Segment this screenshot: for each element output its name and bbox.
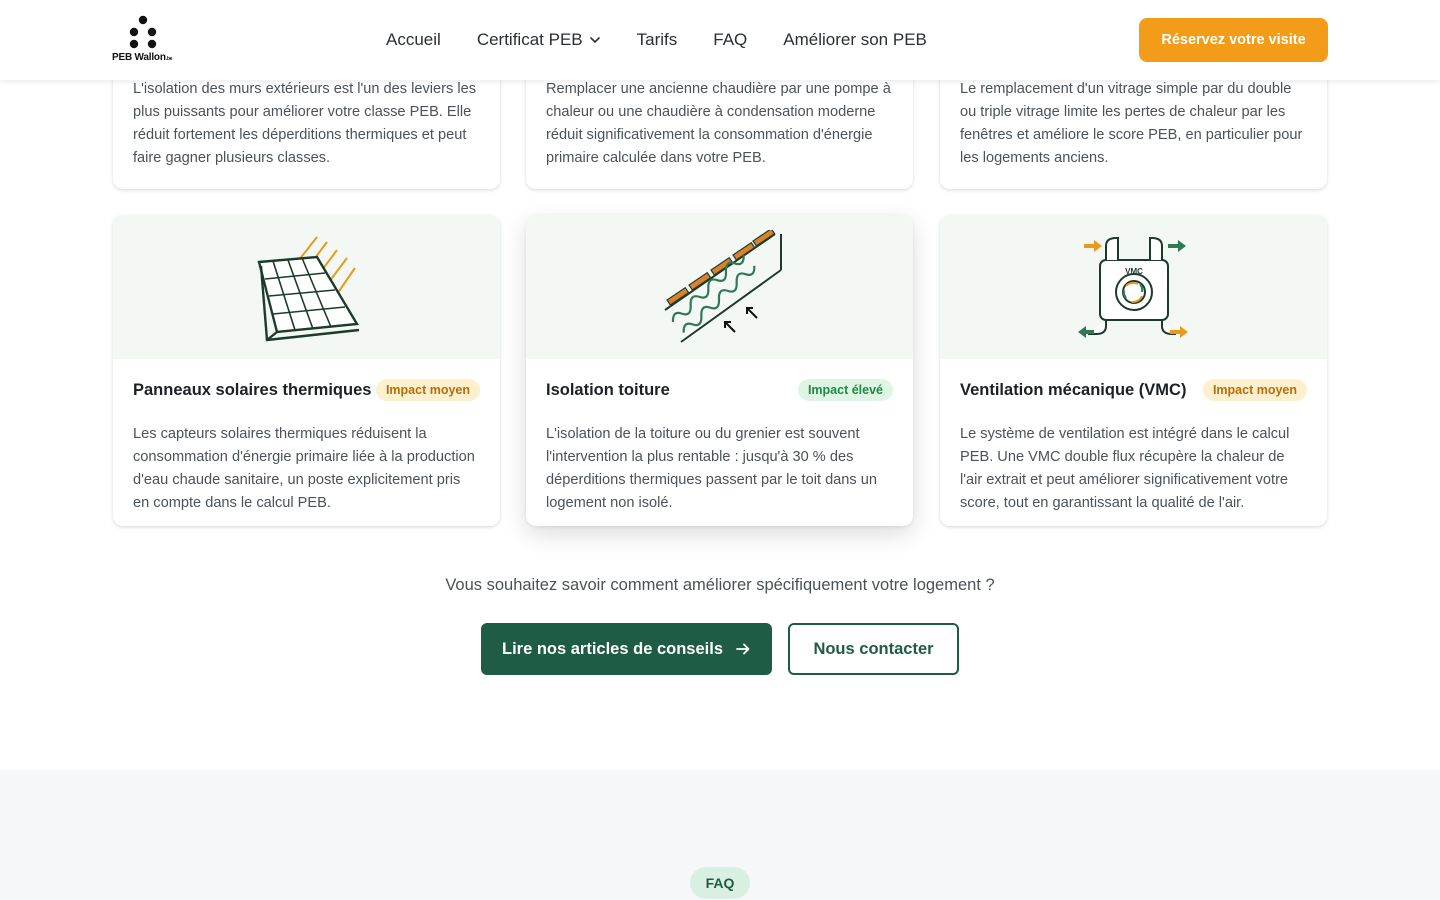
main-nav: Accueil Certificat PEB Tarifs FAQ Amélio… <box>386 0 963 80</box>
impact-badge: Impact élevé <box>797 379 893 401</box>
logo-text: PEB Wallon.be <box>112 52 173 63</box>
card-image <box>113 215 500 359</box>
chevron-down-icon <box>589 37 600 44</box>
card-isolation-toiture: Isolation toiture Impact élevé L'isolati… <box>526 215 913 526</box>
nav-tarifs[interactable]: Tarifs <box>637 30 678 50</box>
nav-certificat-peb[interactable]: Certificat PEB <box>477 30 601 50</box>
ventilation-icon: VMC <box>1077 237 1188 338</box>
card-description: L'isolation des murs extérieurs est l'un… <box>133 81 477 166</box>
card-image: VMC <box>940 215 1327 359</box>
card-title: Panneaux solaires thermiques <box>133 380 372 399</box>
card-title: Ventilation mécanique (VMC) <box>960 380 1187 399</box>
read-articles-button[interactable]: Lire nos articles de conseils <box>481 623 772 675</box>
card-description: Les capteurs solaires thermiques réduise… <box>133 426 475 511</box>
card-description: L'isolation de la toiture ou du grenier … <box>546 426 877 511</box>
site-header: PEB Wallon.be Accueil Certificat PEB Tar… <box>0 0 1440 80</box>
arrow-right-icon <box>736 643 750 655</box>
nav-accueil[interactable]: Accueil <box>386 30 441 50</box>
cta-question: Vous souhaitez savoir comment améliorer … <box>445 576 995 594</box>
card-image <box>526 215 913 359</box>
logo[interactable]: PEB Wallon.be <box>112 14 176 68</box>
solar-panel-icon <box>256 236 359 342</box>
impact-badge: Impact moyen <box>1202 379 1307 401</box>
faq-pill: FAQ <box>690 867 750 899</box>
contact-us-button[interactable]: Nous contacter <box>788 623 959 675</box>
card-panneaux-solaires: Panneaux solaires thermiques Impact moye… <box>113 215 500 526</box>
card-description: Le remplacement d'un vitrage simple par … <box>960 81 1303 166</box>
roof-insulation-icon <box>663 229 782 343</box>
faq-section: FAQ <box>0 770 1440 900</box>
card-ventilation: VMC Ventilation mécanique (VMC) Impact m… <box>940 215 1327 526</box>
nav-ameliorer-peb[interactable]: Améliorer son PEB <box>783 30 927 50</box>
svg-text:VMC: VMC <box>1125 267 1143 276</box>
logo-dots-icon <box>129 15 157 49</box>
impact-badge: Impact moyen <box>375 379 480 401</box>
card-description: Remplacer une ancienne chaudière par une… <box>546 81 891 166</box>
card-title: Isolation toiture <box>546 380 670 399</box>
card-description: Le système de ventilation est intégré da… <box>960 426 1290 511</box>
nav-faq[interactable]: FAQ <box>713 30 747 50</box>
book-visit-button[interactable]: Réservez votre visite <box>1139 18 1328 62</box>
